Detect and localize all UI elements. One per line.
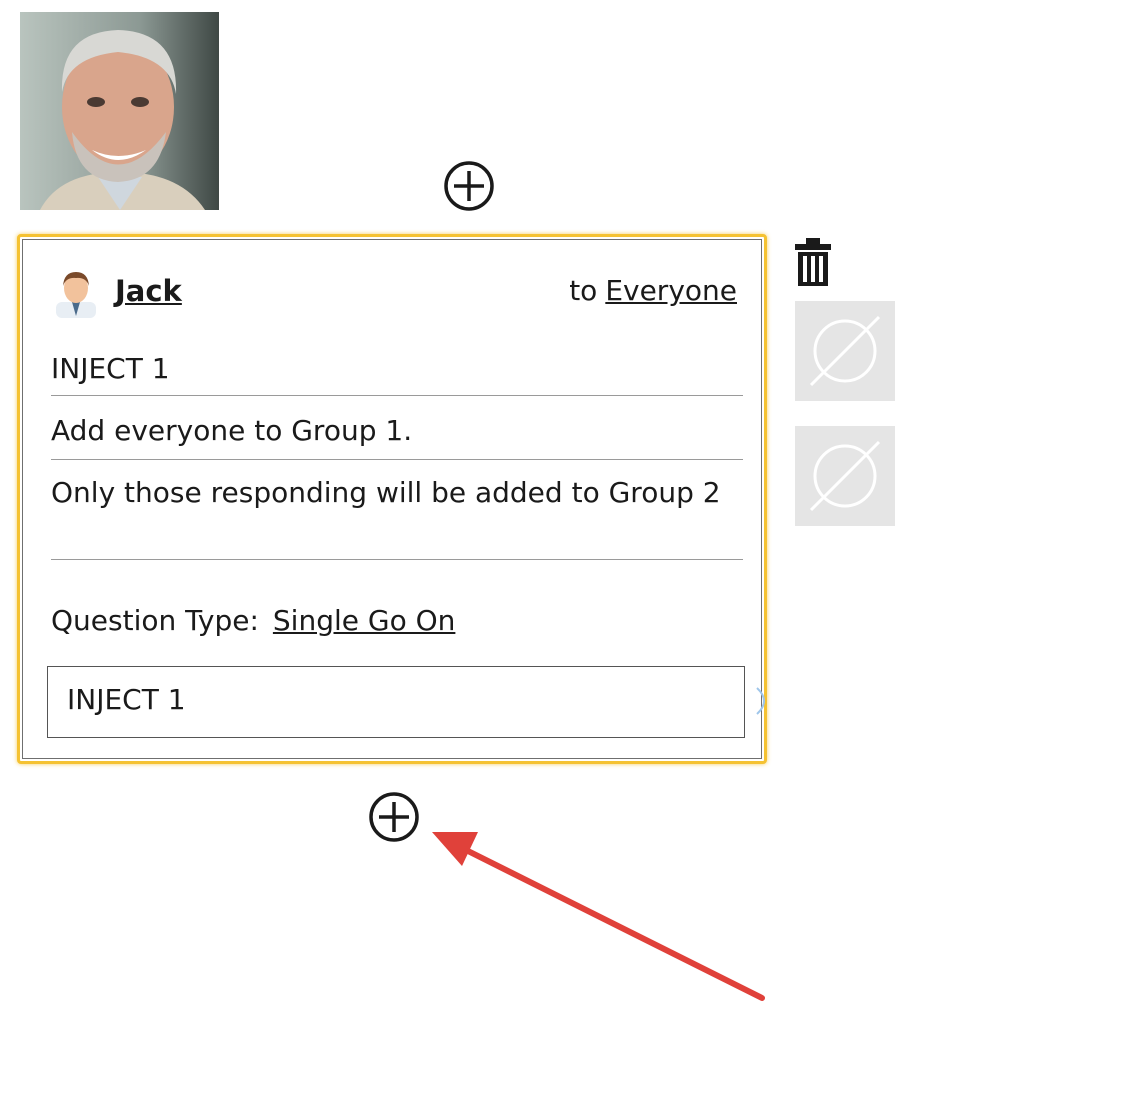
empty-set-icon — [809, 440, 881, 512]
question-type: Question Type: Single Go On — [51, 604, 455, 637]
empty-set-icon — [809, 315, 881, 387]
sender-avatar-icon — [52, 268, 100, 318]
input-edge-icon — [756, 687, 765, 715]
add-below-button[interactable] — [367, 790, 421, 844]
trash-icon — [795, 238, 831, 286]
profile-photo — [20, 12, 219, 210]
plus-circle-icon — [444, 161, 494, 211]
inject-title[interactable]: INJECT 1 — [51, 350, 743, 396]
recipient-line: to Everyone — [569, 274, 737, 307]
inject-input[interactable]: INJECT 1 — [47, 666, 745, 738]
sender-name-link[interactable]: Jack — [115, 274, 182, 308]
inject-card[interactable]: Jack to Everyone INJECT 1 Add everyone to… — [17, 234, 767, 764]
question-type-label: Question Type: — [51, 604, 259, 637]
question-type-link[interactable]: Single Go On — [273, 604, 456, 637]
to-label: to — [569, 274, 598, 307]
add-above-button[interactable] — [442, 159, 496, 213]
inject-line-1[interactable]: Add everyone to Group 1. — [51, 412, 743, 460]
plus-circle-icon — [369, 792, 419, 842]
delete-button[interactable] — [792, 236, 834, 288]
recipient-link[interactable]: Everyone — [605, 274, 737, 307]
inject-line-2[interactable]: Only those responding will be added to G… — [51, 474, 743, 560]
card-body: Jack to Everyone INJECT 1 Add everyone to… — [22, 239, 765, 759]
empty-slot-2[interactable] — [795, 426, 895, 526]
empty-slot-1[interactable] — [795, 301, 895, 401]
